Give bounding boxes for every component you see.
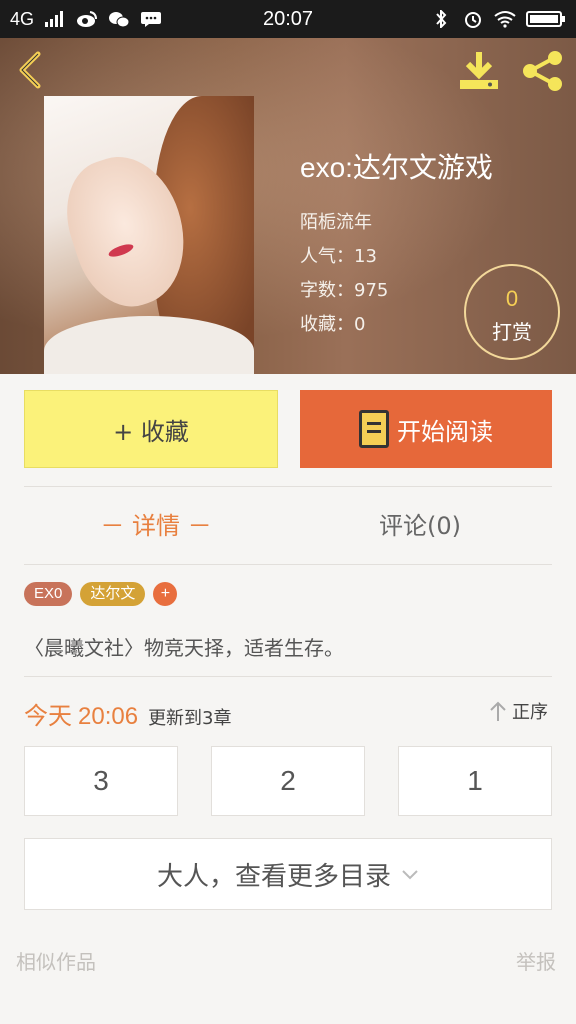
status-bar: 4G 20:07: [0, 0, 576, 38]
status-left: 4G: [10, 9, 162, 30]
status-right: [430, 10, 566, 28]
more-catalog-label: 大人，查看更多目录: [156, 861, 391, 892]
bluetooth-icon: [436, 10, 447, 28]
tag-darwin[interactable]: 达尔文: [80, 582, 146, 606]
more-catalog-button[interactable]: 大人，查看更多目录: [24, 838, 552, 910]
divider: [24, 676, 552, 677]
report-link[interactable]: 举报: [516, 946, 556, 975]
chapter-button[interactable]: 2: [211, 746, 365, 816]
collect-button[interactable]: + 收藏: [24, 390, 278, 468]
divider: [24, 564, 552, 565]
share-icon[interactable]: [520, 50, 566, 92]
reward-button[interactable]: 0 打赏: [464, 264, 560, 360]
update-info: 今天 20:06 更新到3章: [24, 696, 232, 731]
message-icon: [141, 12, 162, 27]
update-text: 更新到3章: [148, 708, 232, 729]
start-reading-button[interactable]: 开始阅读: [300, 390, 552, 468]
collect-label: + 收藏: [113, 417, 189, 446]
tab-detail[interactable]: － 详情 －: [24, 504, 288, 548]
tag-list: EX0 达尔文 +: [24, 582, 178, 606]
reward-label: 打赏: [492, 320, 532, 344]
chevron-down-icon: [402, 870, 418, 880]
book-header: exo:达尔文游戏 陌栀流年 人气：13 字数：975 收藏：0 0 打赏: [0, 38, 576, 374]
book-icon: [359, 410, 389, 448]
chapter-button[interactable]: 3: [24, 746, 178, 816]
wechat-icon: [109, 12, 130, 28]
back-icon[interactable]: [14, 50, 48, 90]
signal-icon: [45, 11, 64, 27]
similar-works-label: 相似作品: [16, 950, 96, 974]
download-icon[interactable]: [456, 50, 502, 92]
sort-label: 正序: [512, 702, 548, 723]
wifi-icon: [494, 11, 516, 28]
book-description: 〈晨曦文社〉物竞天择，适者生存。: [24, 636, 344, 660]
add-tag-button[interactable]: +: [153, 582, 178, 606]
book-cover-image[interactable]: [44, 96, 254, 374]
arrow-up-icon: [490, 701, 506, 721]
book-popularity: 人气：13: [300, 246, 377, 267]
network-label: 4G: [10, 8, 35, 29]
start-reading-label: 开始阅读: [397, 417, 493, 446]
sort-toggle[interactable]: 正序: [488, 698, 548, 724]
chapter-button[interactable]: 1: [398, 746, 552, 816]
book-title: exo:达尔文游戏: [300, 152, 493, 183]
update-day: 今天: [24, 702, 72, 730]
book-author[interactable]: 陌栀流年: [300, 206, 493, 240]
divider: [24, 486, 552, 487]
tag-exo[interactable]: EX0: [24, 582, 73, 606]
reward-count: 0: [505, 286, 519, 311]
weibo-icon: [77, 11, 98, 27]
tab-comments[interactable]: 评论(0): [288, 504, 552, 548]
battery-icon: [526, 11, 565, 27]
alarm-icon: [465, 12, 481, 28]
update-time: 20:06: [78, 703, 139, 730]
